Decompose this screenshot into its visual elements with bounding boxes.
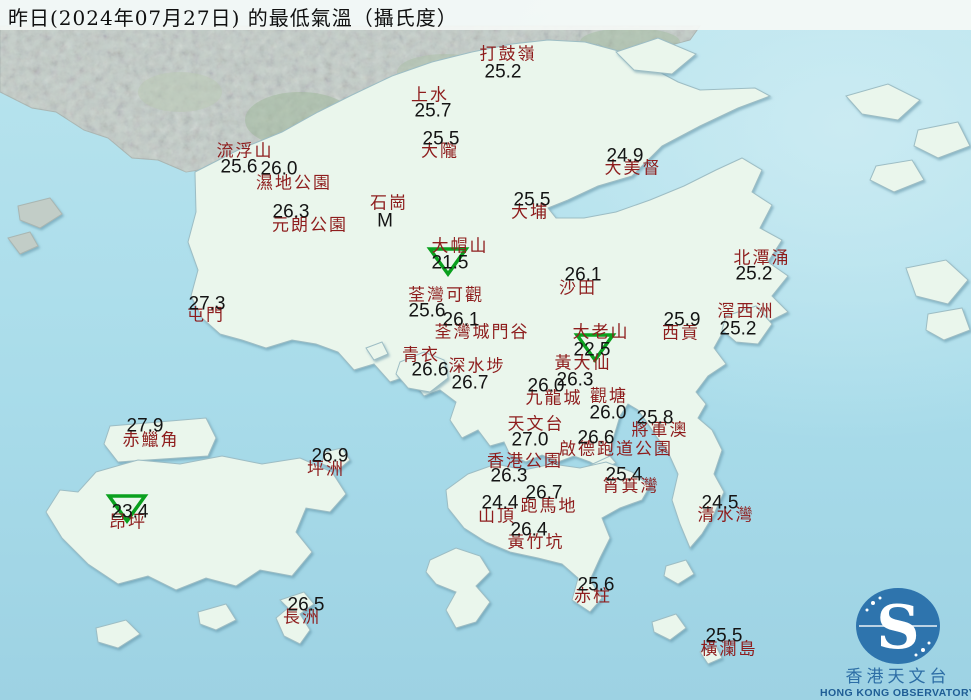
hko-logo-name-en: HONG KONG OBSERVATORY — [820, 687, 971, 699]
page-title: 昨日(2024年07月27日) 的最低氣溫（攝氏度） — [8, 2, 458, 31]
hko-logo-name-zh: 香港天文台 — [846, 667, 951, 687]
hko-logo-s-swirl-icon: S — [876, 593, 919, 663]
chek-lap-kok-airport-island — [104, 418, 216, 462]
hong-kong-temperature-map: S 香港天文台 HONG KONG OBSERVATORY — [0, 0, 971, 700]
